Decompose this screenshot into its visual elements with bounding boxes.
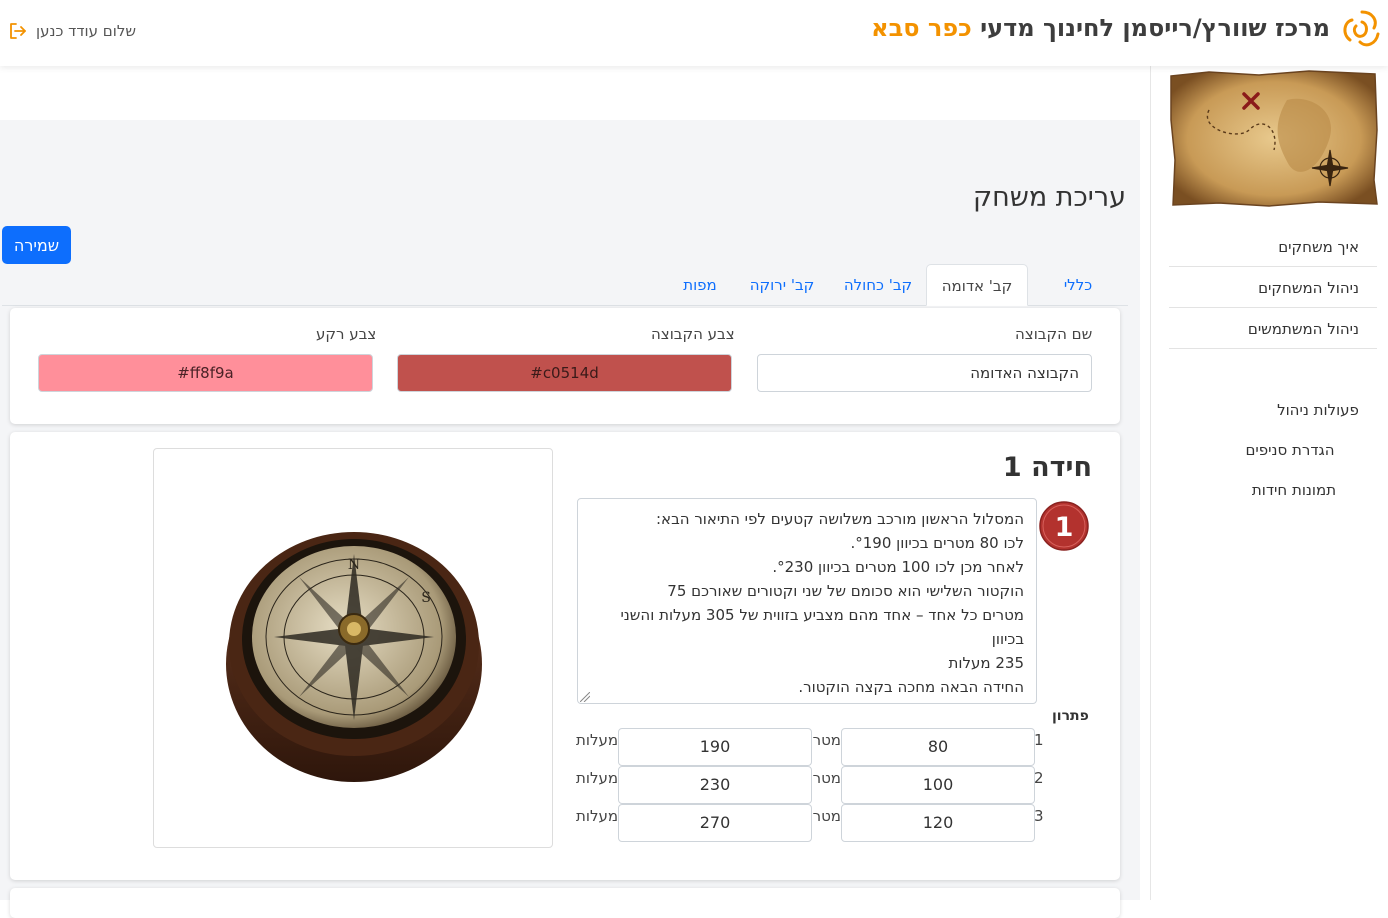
solution-degrees-input[interactable]: 270: [618, 804, 812, 842]
brand-name: מרכז שוורץ/רייסמן לחינוך מדעי: [980, 14, 1330, 42]
riddle-text-area[interactable]: המסלול הראשון מורכב משלושה קטעים לפי התי…: [577, 498, 1037, 704]
logout-icon[interactable]: [8, 21, 28, 41]
solution-row-number: 2: [1034, 769, 1044, 787]
nav-item-riddle-images[interactable]: תמונות חידות: [1219, 481, 1369, 499]
degrees-unit-label: מעלות: [576, 731, 619, 749]
solution-label: פתרון: [1052, 708, 1089, 724]
swirl-logo-icon[interactable]: [1338, 6, 1386, 54]
user-greeting: שלום עודד כנען: [36, 22, 136, 40]
tab-blue-group[interactable]: קב' כחולה: [830, 264, 926, 306]
svg-text:S: S: [421, 590, 431, 606]
riddle-title: חידה 1: [1002, 452, 1092, 483]
resize-handle-icon[interactable]: [580, 692, 590, 702]
solution-degrees-input[interactable]: 190: [618, 728, 812, 766]
top-bar: מרכז שוורץ/רייסמן לחינוך מדעי כפר סבא של…: [0, 0, 1388, 66]
tab-general[interactable]: כללי: [1042, 264, 1114, 306]
riddle-number-badge: 1: [1039, 501, 1089, 551]
group-name-label: שם הקבוצה: [1015, 325, 1093, 343]
tab-bar: כללי קב' אדומה קב' כחולה קב' ירוקה מפות: [2, 264, 1128, 306]
group-name-input[interactable]: הקבוצה האדומה: [757, 354, 1092, 392]
sidebar: איך משחקים ניהול המשחקים ניהול המשתמשים …: [1150, 66, 1388, 900]
degrees-unit-label: מעלות: [576, 807, 619, 825]
tab-maps[interactable]: מפות: [666, 264, 734, 306]
meters-unit-label: מטר: [813, 807, 841, 825]
tab-green-group[interactable]: קב' ירוקה: [734, 264, 830, 306]
solution-meters-input[interactable]: 120: [841, 804, 1035, 842]
solution-meters-input[interactable]: 80: [841, 728, 1035, 766]
group-color-label: צבע הקבוצה: [651, 325, 735, 343]
background-color-input[interactable]: ff8f9a#: [38, 354, 373, 392]
treasure-map-image: [1170, 70, 1378, 207]
brand-city: כפר סבא: [871, 14, 972, 42]
nav-item-manage-users[interactable]: ניהול המשתמשים: [1169, 309, 1377, 349]
riddle-image-frame[interactable]: N S: [153, 448, 553, 848]
compass-image: N S: [226, 532, 482, 782]
tab-red-group[interactable]: קב' אדומה: [926, 264, 1028, 306]
save-button[interactable]: שמירה: [2, 226, 71, 264]
svg-text:1: 1: [1055, 512, 1074, 543]
nav-item-admin-actions[interactable]: פעולות ניהול: [1243, 401, 1388, 419]
nav-item-manage-games[interactable]: ניהול המשחקים: [1169, 268, 1377, 308]
solution-row-number: 3: [1034, 807, 1044, 825]
solution-row-number: 1: [1034, 731, 1044, 749]
solution-degrees-input[interactable]: 230: [618, 766, 812, 804]
meters-unit-label: מטר: [813, 731, 841, 749]
next-riddle-card: [10, 888, 1120, 918]
svg-text:N: N: [348, 557, 360, 573]
meters-unit-label: מטר: [813, 769, 841, 787]
background-color-label: צבע רקע: [316, 325, 377, 343]
nav-item-how-to-play[interactable]: איך משחקים: [1169, 227, 1377, 267]
solution-meters-input[interactable]: 100: [841, 766, 1035, 804]
group-color-input[interactable]: c0514d#: [397, 354, 732, 392]
brand-title[interactable]: מרכז שוורץ/רייסמן לחינוך מדעי כפר סבא: [871, 14, 1330, 42]
nav-item-branches[interactable]: הגדרת סניפים: [1215, 441, 1365, 459]
degrees-unit-label: מעלות: [576, 769, 619, 787]
page-title: עריכת משחק: [972, 182, 1126, 213]
